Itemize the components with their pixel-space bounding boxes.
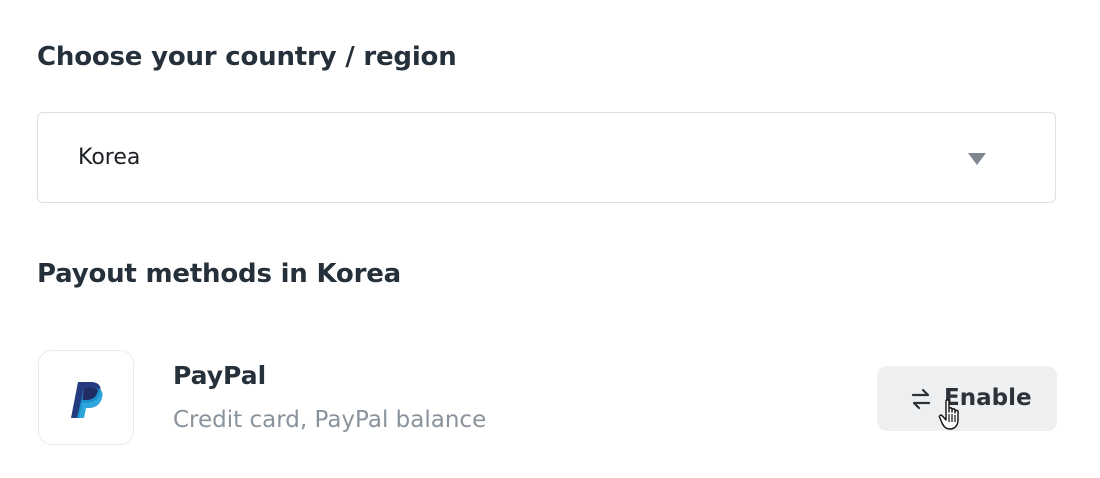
caret-down-icon	[968, 153, 986, 165]
paypal-logo-icon	[71, 382, 103, 418]
hand-pointer-icon	[938, 399, 959, 430]
paypal-logo	[38, 350, 134, 445]
country-select-value: Korea	[78, 145, 141, 170]
swap-arrows-icon	[911, 388, 931, 410]
country-heading: Choose your country / region	[37, 42, 457, 72]
enable-button[interactable]: Enable	[877, 366, 1057, 431]
payout-method-paypal: PayPal Credit card, PayPal balance Enabl…	[37, 349, 1058, 447]
payout-settings-panel: Choose your country / region Korea Payou…	[0, 0, 1100, 478]
country-select[interactable]: Korea	[37, 112, 1056, 203]
payout-methods-heading: Payout methods in Korea	[37, 259, 401, 289]
payout-method-name: PayPal	[173, 361, 267, 390]
payout-method-description: Credit card, PayPal balance	[173, 407, 487, 433]
